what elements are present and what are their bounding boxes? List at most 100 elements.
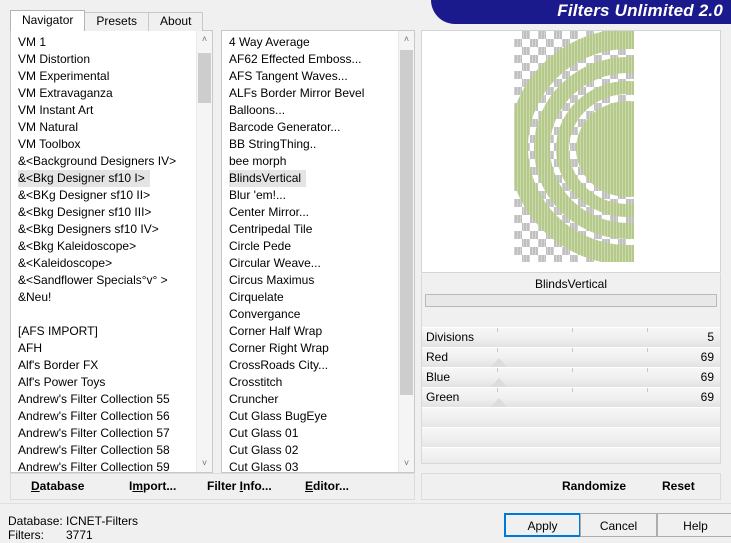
category-item[interactable]: Andrew's Filter Collection 57 — [11, 425, 196, 442]
param-slider-handle[interactable] — [489, 358, 509, 367]
category-item[interactable]: Andrew's Filter Collection 58 — [11, 442, 196, 459]
param-slider-handle[interactable] — [489, 378, 509, 387]
param-slider-handle[interactable] — [489, 398, 509, 407]
randomize-button[interactable]: Randomize — [562, 479, 626, 493]
category-item[interactable]: AFH — [11, 340, 196, 357]
filter-item[interactable]: AF62 Effected Emboss... — [222, 51, 398, 68]
filter-listbox[interactable]: 4 Way Average AF62 Effected Emboss... AFS … — [222, 31, 398, 472]
parameter-title: BlindsVertical — [422, 274, 720, 294]
scroll-down-icon[interactable]: ˅ — [399, 455, 414, 472]
param-value: 69 — [700, 370, 714, 384]
filter-item[interactable]: Cruncher — [222, 391, 398, 408]
category-item[interactable]: VM Experimental — [11, 68, 196, 85]
category-item[interactable]: Alf's Power Toys — [11, 374, 196, 391]
filter-item[interactable]: 4 Way Average — [222, 34, 398, 51]
scroll-down-icon[interactable]: ˅ — [197, 455, 212, 472]
filter-item[interactable]: Crosstitch — [222, 374, 398, 391]
category-item[interactable]: VM Distortion — [11, 51, 196, 68]
filter-item[interactable]: Barcode Generator... — [222, 119, 398, 136]
filter-item[interactable]: Cirquelate — [222, 289, 398, 306]
preset-slider[interactable] — [425, 294, 717, 307]
editor-button[interactable]: Editor... — [305, 479, 349, 493]
tab-about[interactable]: About — [148, 12, 204, 31]
param-row[interactable]: Green 69 — [422, 387, 720, 407]
status-database: Database: ICNET-Filters — [8, 514, 138, 528]
scrollbar-thumb[interactable] — [400, 50, 413, 395]
filter-item[interactable]: Circus Maximus — [222, 272, 398, 289]
filter-item[interactable]: Circle Pede — [222, 238, 398, 255]
filter-item[interactable]: CrossRoads City... — [222, 357, 398, 374]
param-tick — [647, 368, 648, 372]
category-item[interactable]: VM 1 — [11, 34, 196, 51]
param-track[interactable] — [422, 368, 720, 387]
filter-item[interactable]: Cut Glass 03 — [222, 459, 398, 472]
param-empty-row — [422, 427, 720, 447]
tab-presets[interactable]: Presets — [84, 12, 150, 31]
category-item[interactable]: &<Background Designers IV> — [11, 153, 196, 170]
scrollbar-thumb[interactable] — [198, 53, 211, 103]
filter-item[interactable]: Balloons... — [222, 102, 398, 119]
filter-item[interactable]: Blur 'em!... — [222, 187, 398, 204]
filter-item[interactable]: Center Mirror... — [222, 204, 398, 221]
param-tick — [572, 348, 573, 352]
param-tick — [497, 388, 498, 392]
filter-item-selected[interactable]: BlindsVertical — [222, 170, 398, 187]
category-item[interactable]: &<Bkg Kaleidoscope> — [11, 238, 196, 255]
category-item[interactable]: &<Kaleidoscope> — [11, 255, 196, 272]
category-item[interactable]: VM Instant Art — [11, 102, 196, 119]
import-button[interactable]: Import... — [129, 479, 176, 493]
category-item[interactable]: &Neu! — [11, 289, 196, 306]
filter-preview[interactable] — [421, 30, 721, 273]
param-tick — [572, 388, 573, 392]
category-item[interactable]: &<Sandflower Specials°v° > — [11, 272, 196, 289]
param-tick — [647, 388, 648, 392]
category-scrollbar[interactable]: ˄ ˅ — [196, 31, 212, 472]
category-item[interactable]: Andrew's Filter Collection 56 — [11, 408, 196, 425]
category-listbox[interactable]: VM 1 VM Distortion VM Experimental VM Extra… — [11, 31, 196, 472]
param-track[interactable] — [422, 348, 720, 367]
category-list-panel: VM 1 VM Distortion VM Experimental VM Extra… — [10, 30, 213, 473]
right-action-bar: Randomize Reset — [421, 473, 721, 500]
filter-item[interactable]: Convergance — [222, 306, 398, 323]
category-item[interactable]: &<Bkg Designers sf10 IV> — [11, 221, 196, 238]
param-row[interactable]: Divisions 5 — [422, 327, 720, 347]
tab-navigator[interactable]: Navigator — [10, 10, 86, 31]
param-row[interactable]: Blue 69 — [422, 367, 720, 387]
filter-item[interactable]: ALFs Border Mirror Bevel — [222, 85, 398, 102]
category-item[interactable]: [AFS IMPORT] — [11, 323, 196, 340]
category-item-selected[interactable]: &<Bkg Designer sf10 I> — [11, 170, 196, 187]
filter-item[interactable]: Corner Half Wrap — [222, 323, 398, 340]
param-value: 69 — [700, 390, 714, 404]
param-label: Green — [426, 390, 460, 404]
reset-button[interactable]: Reset — [662, 479, 695, 493]
filter-item[interactable]: AFS Tangent Waves... — [222, 68, 398, 85]
param-row[interactable]: Red 69 — [422, 347, 720, 367]
scroll-up-icon[interactable]: ˄ — [197, 31, 212, 48]
filter-item[interactable]: bee morph — [222, 153, 398, 170]
filter-info-button[interactable]: Filter Info... — [207, 479, 272, 493]
filter-item[interactable]: Centripedal Tile — [222, 221, 398, 238]
category-item[interactable]: Alf's Border FX — [11, 357, 196, 374]
filter-item[interactable]: Cut Glass BugEye — [222, 408, 398, 425]
filter-item[interactable]: BB StringThing.. — [222, 136, 398, 153]
category-item[interactable]: VM Toolbox — [11, 136, 196, 153]
scroll-up-icon[interactable]: ˄ — [399, 31, 414, 48]
category-item[interactable]: VM Natural — [11, 119, 196, 136]
filter-item[interactable]: Cut Glass 02 — [222, 442, 398, 459]
param-empty-row — [422, 447, 720, 463]
database-button[interactable]: Database — [31, 479, 84, 493]
category-item[interactable]: &<Bkg Designer sf10 III> — [11, 204, 196, 221]
cancel-button[interactable]: Cancel — [580, 513, 657, 537]
category-item[interactable]: &<BKg Designer sf10 II> — [11, 187, 196, 204]
filter-scrollbar[interactable]: ˄ ˅ — [398, 31, 414, 472]
help-button[interactable]: Help — [657, 513, 731, 537]
apply-button[interactable]: Apply — [504, 513, 581, 537]
category-item[interactable]: Andrew's Filter Collection 59 — [11, 459, 196, 472]
param-tick — [497, 348, 498, 352]
param-track[interactable] — [422, 388, 720, 407]
category-item[interactable]: VM Extravaganza — [11, 85, 196, 102]
filter-item[interactable]: Circular Weave... — [222, 255, 398, 272]
filter-item[interactable]: Cut Glass 01 — [222, 425, 398, 442]
filter-item[interactable]: Corner Right Wrap — [222, 340, 398, 357]
category-item[interactable]: Andrew's Filter Collection 55 — [11, 391, 196, 408]
